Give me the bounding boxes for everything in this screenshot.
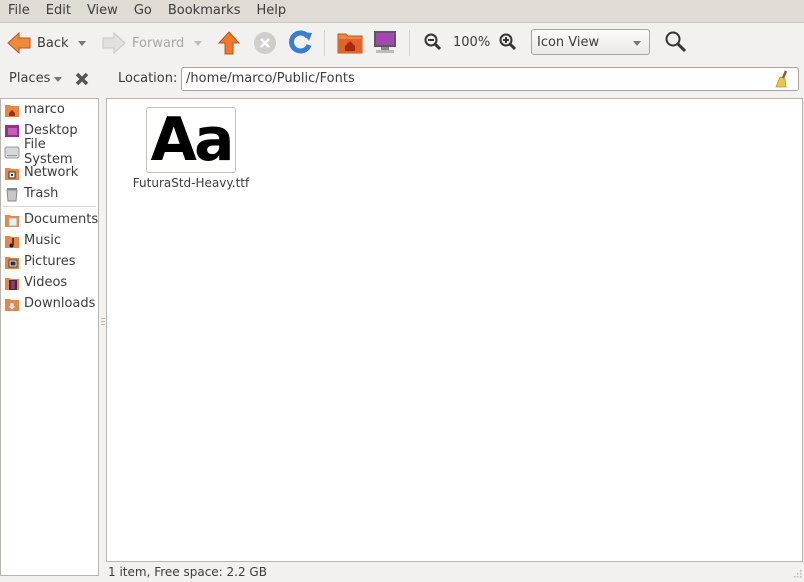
desktop-icon	[5, 124, 19, 137]
location-path: /home/marco/Public/Fonts	[186, 71, 355, 86]
sidebar-item-label: Trash	[24, 186, 59, 201]
forward-button[interactable]: Forward	[102, 27, 184, 59]
sidebar-item-videos[interactable]: Videos	[1, 272, 98, 293]
file-item[interactable]: Aa FuturaStd-Heavy.ttf	[131, 107, 251, 190]
back-history-dropdown[interactable]	[78, 41, 86, 46]
zoom-level[interactable]: 100%	[453, 35, 490, 50]
computer-icon[interactable]	[372, 30, 398, 54]
places-dropdown[interactable]: Places	[9, 71, 63, 86]
forward-history-dropdown[interactable]	[194, 41, 202, 46]
pane-resize-handle[interactable]	[99, 98, 106, 576]
chevron-down-icon	[633, 41, 641, 46]
sidebar-item-file-system[interactable]: File System	[1, 137, 98, 167]
menu-bar: File Edit View Go Bookmarks Help	[0, 0, 804, 23]
view-mode-value: Icon View	[537, 34, 600, 50]
font-preview-thumbnail: Aa	[146, 107, 236, 173]
sidebar-separator	[3, 206, 96, 207]
stop-icon[interactable]	[253, 31, 277, 55]
menu-view[interactable]: View	[79, 0, 126, 22]
sidebar-item-label: Network	[24, 165, 79, 180]
documents-folder-icon	[5, 214, 19, 227]
menu-bookmarks[interactable]: Bookmarks	[160, 0, 249, 22]
places-label: Places	[9, 71, 51, 86]
location-bar: Places Location: /home/marco/Public/Font…	[0, 66, 804, 94]
toolbar-separator	[324, 30, 325, 56]
sidebar-item-label: Documents	[24, 212, 99, 227]
location-input[interactable]: /home/marco/Public/Fonts	[181, 67, 799, 91]
font-preview-text: Aa	[150, 107, 235, 173]
sidebar-item-documents[interactable]: Documents	[1, 209, 98, 230]
home-folder-icon	[5, 104, 19, 117]
forward-arrow-icon	[102, 31, 126, 55]
trash-icon	[6, 187, 18, 201]
sidebar-item-pictures[interactable]: Pictures	[1, 251, 98, 272]
forward-label: Forward	[132, 35, 185, 51]
videos-folder-icon	[5, 277, 19, 290]
network-icon	[5, 167, 19, 180]
location-label: Location:	[118, 71, 178, 86]
harddisk-icon	[4, 146, 20, 158]
sidebar-item-music[interactable]: Music	[1, 230, 98, 251]
sidebar-item-label: marco	[24, 102, 65, 117]
close-sidebar-icon[interactable]	[75, 72, 89, 86]
up-arrow-icon[interactable]	[218, 31, 240, 55]
sidebar-item-label: Downloads	[24, 296, 96, 311]
toolbar: Back Forward 100%	[0, 23, 804, 63]
zoom-in-icon[interactable]	[499, 33, 517, 51]
home-folder-icon[interactable]	[337, 30, 363, 54]
window-resize-grip-icon[interactable]	[790, 568, 802, 580]
zoom-out-icon[interactable]	[424, 33, 442, 51]
music-folder-icon	[5, 235, 19, 248]
sidebar-item-marco[interactable]: marco	[1, 99, 98, 120]
toolbar-separator	[409, 30, 410, 56]
places-sidebar: marco Desktop File System Network Trash …	[0, 98, 99, 576]
clear-location-icon[interactable]	[774, 70, 790, 88]
downloads-folder-icon	[5, 298, 19, 311]
pictures-folder-icon	[5, 256, 19, 269]
menu-file[interactable]: File	[0, 0, 38, 22]
menu-edit[interactable]: Edit	[38, 0, 79, 22]
sidebar-item-trash[interactable]: Trash	[1, 183, 98, 204]
chevron-down-icon	[54, 77, 63, 82]
sidebar-item-label: Music	[24, 233, 61, 248]
sidebar-item-label: File System	[24, 136, 73, 167]
sidebar-item-downloads[interactable]: Downloads	[1, 293, 98, 314]
sidebar-item-label: Videos	[24, 275, 68, 290]
view-mode-select[interactable]: Icon View	[531, 29, 650, 55]
file-name: FuturaStd-Heavy.ttf	[132, 176, 250, 190]
back-button[interactable]: Back	[7, 27, 69, 59]
sidebar-item-label: Pictures	[24, 254, 76, 269]
menu-go[interactable]: Go	[126, 0, 160, 22]
menu-help[interactable]: Help	[248, 0, 294, 22]
search-icon[interactable]	[665, 31, 687, 53]
file-view: Aa FuturaStd-Heavy.ttf	[106, 98, 803, 562]
reload-icon[interactable]	[289, 30, 313, 54]
status-bar-text: 1 item, Free space: 2.2 GB	[108, 565, 267, 579]
back-label: Back	[37, 35, 69, 51]
back-arrow-icon	[7, 31, 31, 55]
